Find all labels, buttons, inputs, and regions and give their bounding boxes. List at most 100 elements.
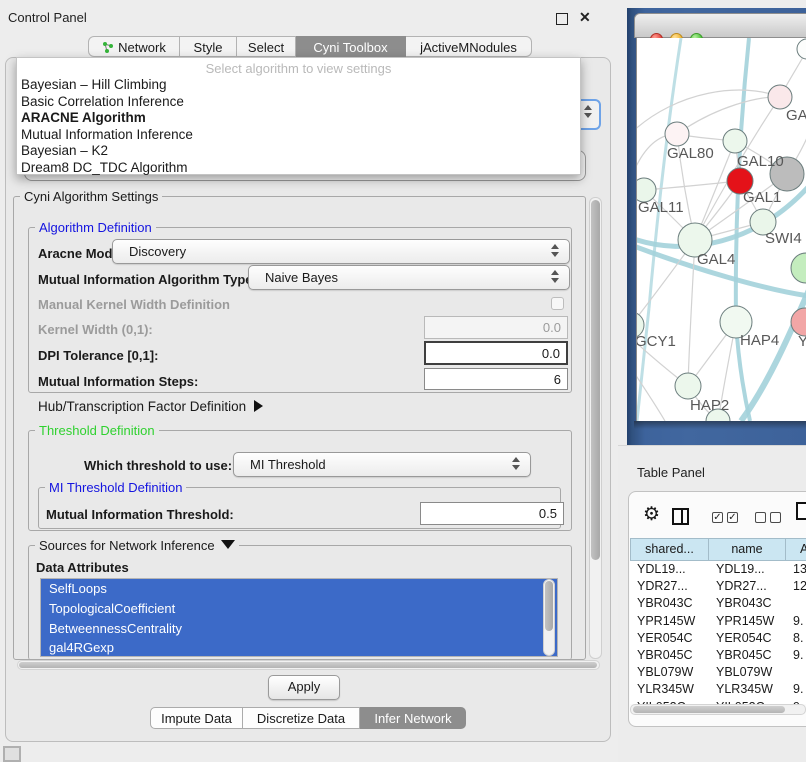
node-label-HAP4: HAP4 — [740, 332, 779, 349]
attribute-item[interactable]: BetweennessCentrality — [41, 619, 557, 639]
attribute-item[interactable]: TopologicalCoefficient — [41, 599, 557, 619]
data-attributes-list[interactable]: SelfLoopsTopologicalCoefficientBetweenne… — [40, 578, 558, 657]
export-table-icon[interactable] — [796, 502, 806, 520]
attributes-scrollbar[interactable] — [543, 579, 555, 656]
table-cell[interactable]: YDR27... — [709, 578, 786, 595]
table-cell[interactable]: YBL079W — [709, 664, 786, 681]
table-cell[interactable]: YDR27... — [630, 578, 709, 595]
table-panel-title: Table Panel — [637, 465, 705, 480]
column-header-name[interactable]: name — [709, 538, 786, 561]
table-cell[interactable]: YBR045C — [709, 647, 786, 664]
hub-definition-label: Hub/Transcription Factor Definition — [38, 399, 246, 414]
bottom-tab-infer-network[interactable]: Infer Network — [360, 707, 466, 729]
dropdown-item[interactable]: Mutual Information Inference — [17, 127, 580, 144]
select-all-checkbox2-icon[interactable] — [727, 512, 738, 523]
table-cell[interactable]: YDL19... — [630, 561, 709, 578]
which-threshold-select[interactable]: MI Threshold — [233, 452, 531, 477]
table-row[interactable]: YLR345WYLR345W9. — [630, 681, 806, 698]
table-cell[interactable]: YER054C — [709, 630, 786, 647]
network-view-canvas[interactable]: GALGAL80GAL10GAL1GAL11SWI4GAL4GCY1HAP4YH… — [636, 38, 806, 421]
table-row[interactable]: YBR043CYBR043C — [630, 595, 806, 612]
bottom-left-panel-icon[interactable] — [3, 746, 21, 762]
algorithm-definition-title: Algorithm Definition — [35, 220, 156, 235]
column-header-partial[interactable]: A — [786, 538, 806, 561]
table-cell[interactable]: YBL079W — [630, 664, 709, 681]
tab-jactivemnodules[interactable]: jActiveMNodules — [406, 36, 532, 57]
dropdown-item[interactable]: Dream8 DC_TDC Algorithm — [17, 160, 580, 177]
attributes-scrollbar-thumb[interactable] — [545, 581, 553, 631]
aracne-mode-select[interactable]: Discovery — [112, 239, 570, 264]
table-cell[interactable]: YBR045C — [630, 647, 709, 664]
dpi-tolerance-field[interactable]: 0.0 — [424, 341, 568, 365]
deselect-checkbox-icon[interactable] — [755, 512, 766, 523]
settings-scrollbar-thumb[interactable] — [591, 200, 600, 560]
table-body[interactable]: YDL19...YDL19...13YDR27...YDR27...12YBR0… — [630, 561, 806, 704]
table-row[interactable]: YDL19...YDL19...13 — [630, 561, 806, 578]
table-cell[interactable]: YDL19... — [709, 561, 786, 578]
table-hscrollbar-thumb[interactable] — [633, 706, 785, 713]
close-icon[interactable]: ✕ — [579, 9, 591, 26]
table-cell[interactable]: YLR345W — [709, 681, 786, 698]
table-cell[interactable]: 8. — [786, 630, 806, 647]
table-cell[interactable]: 9. — [786, 613, 806, 630]
sources-title[interactable]: Sources for Network Inference — [35, 538, 239, 553]
kernel-width-field[interactable]: 0.0 — [424, 316, 568, 339]
hub-definition-toggle[interactable]: Hub/Transcription Factor Definition — [38, 399, 263, 414]
mi-threshold-field[interactable]: 0.5 — [420, 502, 564, 525]
mi-steps-field[interactable]: 6 — [424, 368, 568, 390]
tab-cyni-toolbox[interactable]: Cyni Toolbox — [296, 36, 406, 57]
settings-hscrollbar-thumb[interactable] — [19, 662, 597, 668]
node-GAL80[interactable] — [665, 122, 689, 146]
gear-icon[interactable]: ⚙ — [643, 503, 660, 526]
apply-button[interactable]: Apply — [268, 675, 340, 700]
tab-style[interactable]: Style — [180, 36, 237, 57]
table-row[interactable]: YBR045CYBR045C9. — [630, 647, 806, 664]
node-label-GAL80: GAL80 — [667, 145, 714, 162]
node-GAL10[interactable] — [723, 129, 747, 153]
table-row[interactable]: YBL079WYBL079W — [630, 664, 806, 681]
node-unlabeled[interactable] — [791, 253, 806, 283]
dropdown-item[interactable]: ARACNE Algorithm — [17, 110, 580, 127]
dropdown-item[interactable]: Bayesian – Hill Climbing — [17, 77, 580, 94]
node-GAL[interactable] — [768, 85, 792, 109]
table-row[interactable]: YER054CYER054C8. — [630, 630, 806, 647]
table-cell[interactable]: 9. — [786, 647, 806, 664]
columns-icon[interactable] — [672, 508, 689, 525]
manual-kernel-checkbox[interactable] — [551, 297, 564, 310]
table-hscrollbar[interactable] — [630, 704, 806, 715]
table-cell[interactable] — [786, 664, 806, 681]
select-all-checkbox-icon[interactable] — [712, 512, 723, 523]
attribute-item[interactable]: gal4RGexp — [41, 638, 557, 657]
table-cell[interactable]: 12 — [786, 578, 806, 595]
application-window: Control Panel ✕ Network Style Select Cyn… — [0, 0, 806, 762]
float-window-icon[interactable] — [556, 13, 568, 25]
table-cell[interactable]: 9. — [786, 681, 806, 698]
dropdown-item[interactable]: Bayesian – K2 — [17, 143, 580, 160]
bottom-tab-discretize-data[interactable]: Discretize Data — [243, 707, 360, 729]
column-header-shared-name[interactable]: shared... — [630, 538, 709, 561]
node-label-GAL10: GAL10 — [737, 153, 784, 170]
settings-scrollbar[interactable] — [589, 197, 602, 659]
table-row[interactable]: YDR27...YDR27...12 — [630, 578, 806, 595]
which-threshold-value: MI Threshold — [250, 457, 326, 472]
table-cell[interactable]: 13 — [786, 561, 806, 578]
tab-select[interactable]: Select — [237, 36, 296, 57]
deselect-checkbox2-icon[interactable] — [770, 512, 781, 523]
node-unlabeled[interactable] — [797, 39, 806, 59]
bottom-tab-impute-data[interactable]: Impute Data — [150, 707, 243, 729]
table-cell[interactable] — [786, 595, 806, 612]
table-row[interactable]: YPR145WYPR145W9. — [630, 613, 806, 630]
dropdown-item[interactable]: Basic Correlation Inference — [17, 94, 580, 111]
table-cell[interactable]: YPR145W — [630, 613, 709, 630]
table-cell[interactable]: YPR145W — [709, 613, 786, 630]
table-cell[interactable]: YBR043C — [630, 595, 709, 612]
table-cell[interactable]: YLR345W — [630, 681, 709, 698]
network-window-titlebar[interactable] — [634, 13, 806, 38]
mi-type-select[interactable]: Naive Bayes — [248, 265, 570, 290]
table-cell[interactable]: YER054C — [630, 630, 709, 647]
tab-network[interactable]: Network — [88, 36, 180, 57]
settings-hscrollbar[interactable] — [17, 660, 600, 670]
node-HAP2[interactable] — [675, 373, 701, 399]
table-cell[interactable]: YBR043C — [709, 595, 786, 612]
attribute-item[interactable]: SelfLoops — [41, 579, 557, 599]
